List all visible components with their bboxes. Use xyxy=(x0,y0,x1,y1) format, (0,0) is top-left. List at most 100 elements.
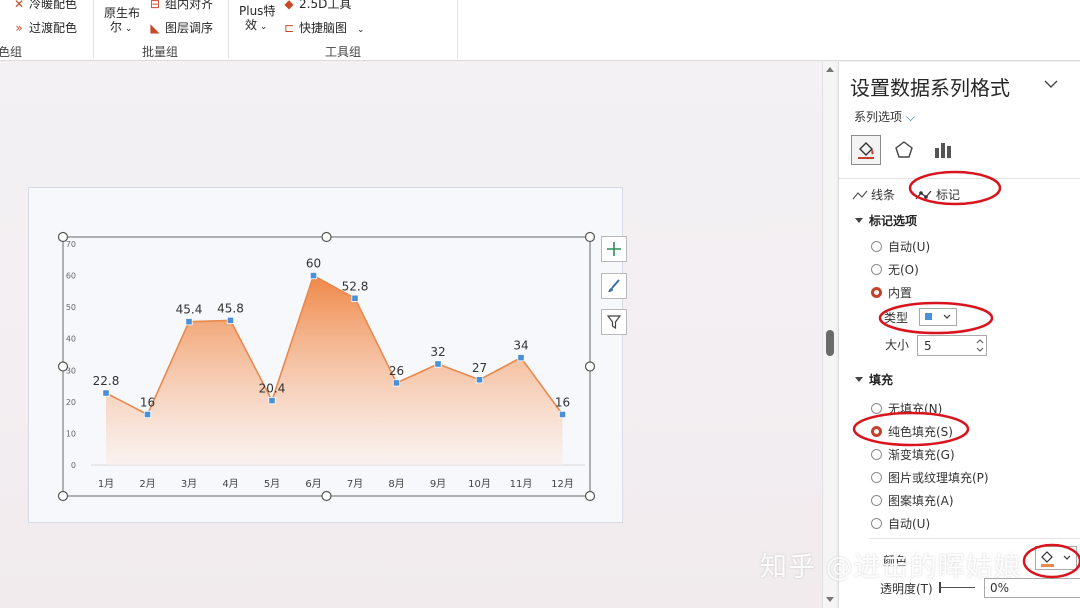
data-point-marker[interactable] xyxy=(102,389,110,397)
subtab-line[interactable]: 线条 xyxy=(852,186,895,203)
area-fill[interactable] xyxy=(106,275,563,465)
y-tick-label: 70 xyxy=(66,240,76,249)
resize-handle[interactable] xyxy=(584,361,596,372)
radio-button[interactable] xyxy=(871,471,882,483)
tab-effects[interactable] xyxy=(889,135,919,165)
tab-series-options[interactable] xyxy=(928,135,958,165)
chevron-down-icon: ⌄ xyxy=(357,25,365,35)
radio-pattern-fill[interactable]: 图案填充(A) xyxy=(871,492,954,508)
radio-button[interactable] xyxy=(871,402,882,414)
layers-icon: ◣ xyxy=(150,21,160,35)
double-chevron-icon: » xyxy=(15,21,23,35)
radio-solid-fill[interactable]: 纯色填充(S) xyxy=(871,423,953,439)
y-tick-label: 20 xyxy=(66,398,76,407)
radio-button-checked[interactable] xyxy=(871,286,882,298)
radio-button[interactable] xyxy=(871,494,882,506)
x-tick-label: 5月 xyxy=(264,478,280,490)
batch-group-label: 批量组 xyxy=(142,45,179,59)
marker-type-dropdown[interactable] xyxy=(919,308,957,326)
resize-handle[interactable] xyxy=(57,490,69,502)
data-point-marker[interactable] xyxy=(226,316,235,325)
scroll-thumb[interactable] xyxy=(826,330,834,356)
data-point-marker[interactable] xyxy=(268,396,276,405)
native-bool-button[interactable]: 原生布 尔 ⌄ xyxy=(104,6,140,36)
radio-button[interactable] xyxy=(871,263,882,275)
x-tick-label: 9月 xyxy=(430,478,446,490)
data-point-marker[interactable] xyxy=(558,410,567,419)
x-tick-label: 2月 xyxy=(139,478,155,490)
radio-marker-none[interactable]: 无(O) xyxy=(871,261,919,277)
chevron-down-icon[interactable] xyxy=(1043,76,1059,92)
radio-marker-builtin[interactable]: 内置 xyxy=(871,284,912,300)
data-point-marker[interactable] xyxy=(392,379,401,387)
slide[interactable]: 0 10 20 30 40 50 60 70 22.8 16 45.4 45.8 20.4 60 52.8 2… xyxy=(28,187,623,523)
radio-button[interactable] xyxy=(871,240,882,252)
tab-fill-line[interactable] xyxy=(851,135,881,165)
chart-styles-button[interactable] xyxy=(601,273,627,299)
collapse-triangle-icon xyxy=(855,218,863,223)
resize-handle[interactable] xyxy=(584,231,596,243)
data-point-marker[interactable] xyxy=(351,294,359,302)
subtab-marker[interactable]: 标记 xyxy=(915,186,960,203)
square-marker-icon xyxy=(925,313,951,320)
scroll-down-arrow-icon[interactable] xyxy=(826,597,834,602)
quick-mindmap-button[interactable]: ⊏ 快捷脑图 ⌄ xyxy=(282,21,365,37)
radio-picture-fill[interactable]: 图片或纹理填充(P) xyxy=(871,469,989,485)
data-label: 22.8 xyxy=(93,374,120,388)
resize-handle[interactable] xyxy=(321,231,332,243)
radio-button-checked[interactable] xyxy=(871,425,882,437)
data-label: 26 xyxy=(389,364,404,378)
data-point-marker[interactable] xyxy=(143,410,152,419)
series-options-dropdown[interactable]: 系列选项 ⌵ xyxy=(854,108,915,125)
x-tick-label: 11月 xyxy=(510,478,533,490)
y-tick-label: 0 xyxy=(71,461,76,470)
chevron-down-icon: ⌄ xyxy=(122,24,133,34)
transparency-slider[interactable] xyxy=(939,582,975,593)
radio-button[interactable] xyxy=(871,517,882,529)
data-point-marker[interactable] xyxy=(185,318,193,326)
resize-handle[interactable] xyxy=(584,490,596,502)
vertical-scrollbar[interactable] xyxy=(822,62,836,608)
line-icon xyxy=(852,190,868,199)
tool-25d-button[interactable]: ◆ 2.5D工具 xyxy=(282,0,351,11)
divider xyxy=(869,538,1080,539)
data-point-marker[interactable] xyxy=(475,376,484,384)
radio-gradient-fill[interactable]: 渐变填充(G) xyxy=(871,446,955,462)
data-point-marker[interactable] xyxy=(517,354,525,362)
area-chart[interactable]: 01020304050607022.81645.4 45.820.46052.82… xyxy=(29,188,624,524)
data-point-marker[interactable] xyxy=(434,360,442,368)
cube-icon: ◆ xyxy=(284,0,294,11)
radio-button[interactable] xyxy=(871,448,882,460)
x-tick-label: 4月 xyxy=(222,478,238,490)
fill-color-picker[interactable] xyxy=(1035,546,1077,570)
marker-options-header[interactable]: 标记选项 xyxy=(855,212,917,229)
resize-handle[interactable] xyxy=(321,490,332,502)
layer-order-button[interactable]: ◣ 图层调序 xyxy=(148,21,213,35)
x-tick-label: 7月 xyxy=(347,478,363,490)
y-tick-label: 50 xyxy=(66,303,76,312)
scroll-up-arrow-icon[interactable] xyxy=(826,67,834,72)
radio-no-fill[interactable]: 无填充(N) xyxy=(871,400,942,416)
chart-filters-button[interactable] xyxy=(601,309,627,335)
resize-handle[interactable] xyxy=(57,231,69,243)
fill-section-header[interactable]: 填充 xyxy=(855,371,893,388)
tools-group-label: 工具组 xyxy=(325,45,362,59)
transition-color-button[interactable]: » 过渡配色 xyxy=(12,21,77,35)
spinner-arrows-icon[interactable] xyxy=(976,338,984,353)
marker-size-spinner[interactable]: 5 xyxy=(917,335,987,356)
divider xyxy=(839,178,1080,179)
radio-fill-auto[interactable]: 自动(U) xyxy=(871,515,930,531)
chart-elements-button[interactable] xyxy=(601,236,627,262)
plus-effect-button[interactable]: Plus特 效 ⌄ xyxy=(239,4,275,34)
group-align-button[interactable]: ⊟ 组内对齐 xyxy=(148,0,213,11)
cold-warm-color-button[interactable]: ✕ 冷暖配色 xyxy=(12,0,77,11)
data-label: 16 xyxy=(140,395,155,409)
x-tick-label: 8月 xyxy=(388,478,404,490)
paint-bucket-icon xyxy=(1041,551,1071,567)
y-tick-label: 60 xyxy=(66,272,76,281)
radio-marker-auto[interactable]: 自动(U) xyxy=(871,238,930,254)
marker-line-icon xyxy=(915,190,932,199)
resize-handle[interactable] xyxy=(57,361,69,372)
data-point-marker[interactable] xyxy=(309,271,318,280)
brush-icon xyxy=(608,279,620,292)
